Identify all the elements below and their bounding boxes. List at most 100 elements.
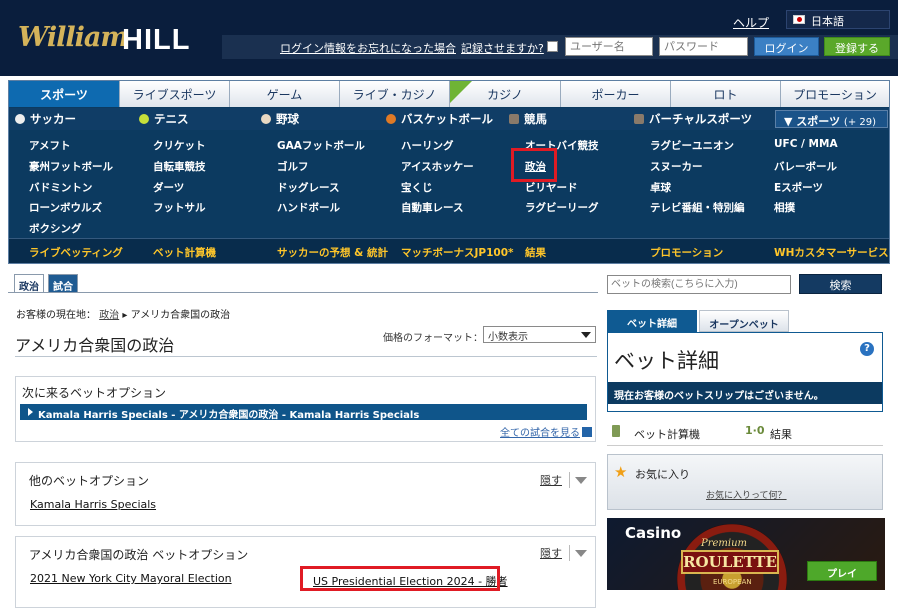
results-link[interactable]: 結果 <box>770 426 792 442</box>
other-bets-hide-link[interactable]: 隠す <box>540 472 562 488</box>
tab-bet-details[interactable]: ベット詳細 <box>607 310 697 332</box>
quick-link-results[interactable]: 結果 <box>525 245 546 260</box>
tab-lotto[interactable]: ロト <box>671 81 781 107</box>
bet-search-input[interactable] <box>607 275 791 294</box>
nyc-mayoral-election-link[interactable]: 2021 New York City Mayoral Election <box>30 572 232 585</box>
banner-roulette-text: ROULETTE <box>681 550 779 574</box>
william-hill-logo[interactable]: William HILL <box>18 22 189 62</box>
betslip-title: ベット詳細 <box>614 349 719 373</box>
quick-link-match-bonus[interactable]: マッチボーナスJP100* <box>401 245 514 260</box>
price-format-select[interactable]: 小数表示 <box>483 326 596 343</box>
sport-link[interactable]: GAAフットボール <box>277 138 365 153</box>
sport-link[interactable]: ダーツ <box>153 180 184 195</box>
sport-link[interactable]: UFC / MMA <box>774 138 838 150</box>
favorites-title: お気に入り <box>635 468 690 481</box>
sport-link[interactable]: 相撲 <box>774 200 795 215</box>
sport-link[interactable]: フットサル <box>153 200 206 215</box>
sport-link[interactable]: 自動車レース <box>401 200 463 215</box>
page-title: アメリカ合衆国の政治 <box>15 336 175 355</box>
search-button[interactable]: 検索 <box>799 274 882 294</box>
tab-open-bets[interactable]: オープンベット <box>699 310 789 332</box>
sport-link[interactable]: ハンドボール <box>277 200 340 215</box>
breadcrumb-link-politics[interactable]: 政治 <box>99 310 119 321</box>
sport-basketball[interactable]: バスケットボール <box>386 111 493 127</box>
remember-me-label[interactable]: 記録させますか? <box>461 40 544 56</box>
virtual-horse-icon <box>634 114 644 124</box>
bet-calculator-link[interactable]: ベット計算機 <box>634 426 700 442</box>
sport-link[interactable]: 卓球 <box>650 180 671 195</box>
sport-link[interactable]: ハーリング <box>401 138 454 153</box>
remember-me-checkbox[interactable] <box>547 41 558 52</box>
roulette-banner[interactable]: Casino Premium ROULETTE EUROPEAN プレイ <box>607 518 885 590</box>
login-button[interactable]: ログイン <box>754 37 819 56</box>
forgot-login-link[interactable]: ログイン情報をお忘れになった場合 <box>280 40 456 56</box>
logo-script-text: William <box>18 22 129 53</box>
sport-link[interactable]: クリケット <box>153 138 206 153</box>
results-icon: 1·0 <box>745 424 765 437</box>
us-bets-hide-link[interactable]: 隠す <box>540 545 562 561</box>
help-icon[interactable]: ? <box>860 342 874 356</box>
sport-link[interactable]: 自転車競技 <box>153 159 206 174</box>
quick-links-bar: ライブベッティング ベット計算機 サッカーの予想 & 統計 マッチボーナスJP1… <box>9 238 889 263</box>
main-navigation: スポーツ ライブスポーツ ゲーム ライブ・カジノ カジノ ポーカー ロト プロモ… <box>8 80 890 264</box>
sport-link[interactable]: アメフト <box>29 138 70 153</box>
content-tab-matches[interactable]: 試合 <box>48 274 78 293</box>
favorites-panel: ★ お気に入り お気に入りって何？ <box>607 454 883 510</box>
empty-betslip-message: 現在お客様のベットスリップはございません。 <box>608 382 882 404</box>
help-link[interactable]: ヘルプ <box>733 14 769 31</box>
content-tab-politics[interactable]: 政治 <box>14 274 44 293</box>
sport-link[interactable]: ビリヤード <box>525 180 578 195</box>
next-bet-row[interactable]: Kamala Harris Specials - アメリカ合衆国の政治 - Ka… <box>20 404 587 421</box>
more-sports-dropdown[interactable]: ▼ スポーツ (+ 29) <box>775 110 888 128</box>
sport-link[interactable]: Eスポーツ <box>774 180 823 195</box>
banner-play-button[interactable]: プレイ <box>807 561 877 581</box>
sport-link[interactable]: 豪州フットボール <box>29 159 113 174</box>
japan-flag-icon <box>793 15 805 24</box>
sport-link[interactable]: スヌーカー <box>650 159 703 174</box>
register-button[interactable]: 登録する <box>824 37 890 56</box>
collapse-arrow-icon[interactable] <box>575 550 587 557</box>
more-sports-label: スポーツ <box>796 115 841 128</box>
product-tabs: スポーツ ライブスポーツ ゲーム ライブ・カジノ カジノ ポーカー ロト プロモ… <box>9 81 889 107</box>
sport-link[interactable]: ドッグレース <box>277 180 339 195</box>
sport-virtual[interactable]: バーチャルスポーツ <box>634 111 752 127</box>
quick-link-soccer-stats[interactable]: サッカーの予想 & 統計 <box>277 245 388 260</box>
sport-link[interactable]: バレーボール <box>774 159 837 174</box>
collapse-arrow-icon[interactable] <box>575 477 587 484</box>
password-input[interactable] <box>659 37 748 56</box>
sport-baseball[interactable]: 野球 <box>261 111 299 127</box>
tab-live-casino[interactable]: ライブ・カジノ <box>340 81 450 107</box>
sport-link[interactable]: ボクシング <box>29 221 82 236</box>
tab-sports[interactable]: スポーツ <box>9 81 120 107</box>
sport-link[interactable]: アイスホッケー <box>401 159 474 174</box>
sport-link[interactable]: バドミントン <box>29 180 92 195</box>
other-bets-title: 他のベットオプション <box>29 474 150 488</box>
sport-tennis[interactable]: テニス <box>139 111 189 127</box>
quick-link-promotions[interactable]: プロモーション <box>650 245 723 260</box>
tab-poker[interactable]: ポーカー <box>561 81 671 107</box>
quick-link-customer-service[interactable]: WHカスタマーサービス <box>774 245 889 260</box>
sport-link[interactable]: 宝くじ <box>401 180 433 195</box>
sport-link[interactable]: ラグビーリーグ <box>525 200 599 215</box>
sports-bar: サッカー テニス 野球 バスケットボール 競馬 バーチャルスポーツ ▼ スポーツ… <box>9 108 889 130</box>
language-selector[interactable]: 日本語 <box>786 10 890 29</box>
tab-casino[interactable]: カジノ <box>450 81 561 107</box>
sport-link[interactable]: ローンボウルズ <box>29 200 102 215</box>
sport-link[interactable]: ゴルフ <box>277 159 309 174</box>
username-input[interactable] <box>565 37 653 56</box>
sport-link[interactable]: テレビ番組・特別編 <box>650 200 745 215</box>
tennis-ball-icon <box>139 114 149 124</box>
see-all-matches-link[interactable]: 全ての試合を見る <box>500 424 592 439</box>
sport-soccer[interactable]: サッカー <box>15 111 76 127</box>
kamala-harris-specials-link[interactable]: Kamala Harris Specials <box>30 498 156 511</box>
sport-horse-racing[interactable]: 競馬 <box>509 111 547 127</box>
tab-games[interactable]: ゲーム <box>230 81 340 107</box>
quick-link-bet-calculator[interactable]: ベット計算機 <box>153 245 216 260</box>
quick-link-live-betting[interactable]: ライブベッティング <box>29 245 123 260</box>
banner-casino-text: Casino <box>625 524 682 542</box>
sport-link[interactable]: ラグビーユニオン <box>650 138 734 153</box>
tab-promotions[interactable]: プロモーション <box>781 81 889 107</box>
favorites-question-link[interactable]: お気に入りって何？ <box>706 488 787 501</box>
star-icon: ★ <box>614 463 628 481</box>
tab-live-sports[interactable]: ライブスポーツ <box>120 81 230 107</box>
